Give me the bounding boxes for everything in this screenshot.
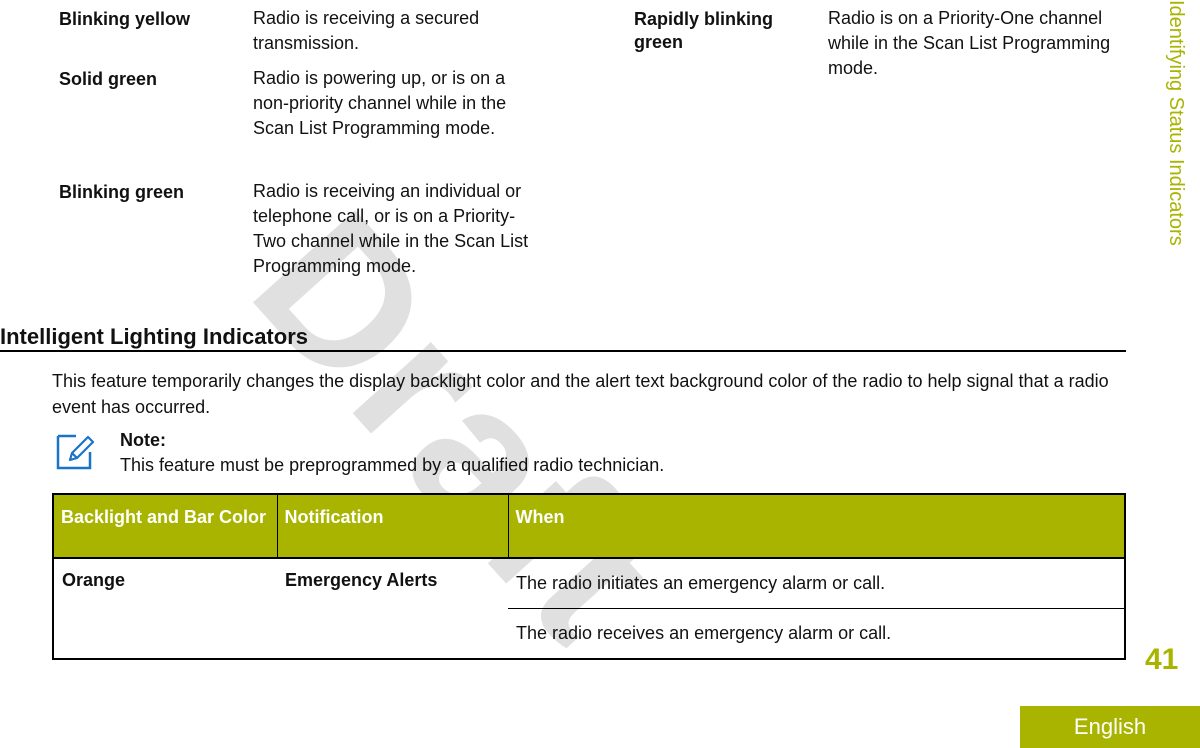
page-number: 41 xyxy=(1145,643,1179,676)
led-description: Radio is receiving an individual or tele… xyxy=(253,181,529,276)
led-label: Rapidly blinking green xyxy=(634,9,774,52)
column-header: When xyxy=(507,493,1126,559)
intelligent-lighting-table: Backlight and Bar Color Notification Whe… xyxy=(52,493,1126,660)
when-cell: The radio receives an emergency alarm or… xyxy=(508,608,1126,660)
led-description: Radio is on a Priority-One channel while… xyxy=(828,8,1111,78)
led-label: Blinking green xyxy=(59,182,185,202)
section-title: Intelligent Lighting Indicators xyxy=(0,324,308,349)
led-description: Radio is powering up, or is on a non-pri… xyxy=(253,68,507,138)
color-cell: Orange xyxy=(52,558,277,660)
notification-cell: Emergency Alerts xyxy=(277,558,508,660)
table-row: Orange Emergency Alerts The radio initia… xyxy=(52,558,1126,660)
led-label: Solid green xyxy=(59,69,158,89)
column-header: Backlight and Bar Color xyxy=(52,493,278,559)
note-pencil-icon xyxy=(56,434,95,470)
column-header: Notification xyxy=(276,493,509,559)
note-body: This feature must be preprogrammed by a … xyxy=(120,455,665,475)
section-paragraph: This feature temporarily changes the dis… xyxy=(52,371,1109,417)
note-heading: Note: xyxy=(120,430,166,450)
table-header-row: Backlight and Bar Color Notification Whe… xyxy=(52,493,1126,559)
section-divider xyxy=(0,350,1126,352)
led-label: Blinking yellow xyxy=(59,9,191,29)
when-cell: The radio initiates an emergency alarm o… xyxy=(508,558,1126,609)
chapter-side-title: Identifying Status Indicators xyxy=(1165,0,1187,246)
language-tab: English xyxy=(1020,706,1200,748)
led-description: Radio is receiving a secured transmissio… xyxy=(253,8,480,53)
